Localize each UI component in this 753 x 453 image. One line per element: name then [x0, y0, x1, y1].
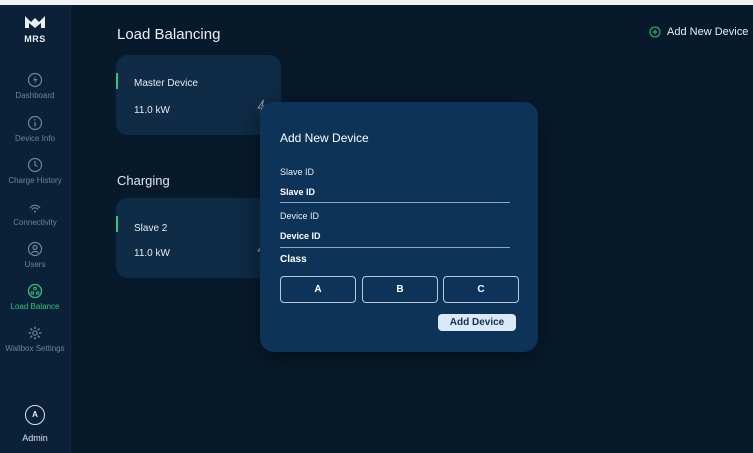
- device-power: 11.0 kW: [134, 248, 170, 259]
- user-name: Admin: [22, 433, 48, 443]
- sidebar-item-dashboard[interactable]: Dashboard: [0, 72, 70, 100]
- device-id-input[interactable]: Device ID: [280, 231, 321, 241]
- device-name: Master Device: [134, 78, 198, 89]
- sidebar-item-label: Device Info: [14, 134, 56, 143]
- add-device-modal: Add New Device Slave ID Slave ID Device …: [260, 102, 538, 352]
- slave-id-input[interactable]: Slave ID: [280, 187, 315, 197]
- slave-id-underline: [280, 202, 510, 203]
- avatar[interactable]: A: [25, 405, 45, 425]
- section-title-charging: Charging: [117, 173, 170, 188]
- sidebar-item-wallbox-settings[interactable]: Wallbox Settings: [0, 325, 70, 353]
- dashboard-icon: [27, 72, 43, 88]
- modal-title: Add New Device: [280, 131, 369, 145]
- sidebar: MRS Dashboard Device Info Charge History…: [0, 5, 71, 453]
- page-title: Load Balancing: [117, 26, 221, 43]
- user-icon: [27, 241, 43, 257]
- info-icon: [27, 115, 43, 131]
- device-name: Slave 2: [134, 223, 168, 234]
- class-a-button[interactable]: A: [280, 276, 356, 303]
- sidebar-item-label: Dashboard: [15, 91, 55, 100]
- logo: MRS: [22, 15, 48, 44]
- sidebar-item-users[interactable]: Users: [0, 241, 70, 269]
- device-id-label: Device ID: [280, 211, 320, 221]
- sidebar-item-label: Charge History: [8, 176, 62, 185]
- logo-mark-icon: [25, 16, 45, 28]
- slave-device-card[interactable]: Slave 2 11.0 kW: [116, 198, 281, 278]
- add-new-device-label: Add New Device: [667, 26, 749, 38]
- sidebar-item-label: Load Balance: [10, 302, 60, 311]
- class-c-button[interactable]: C: [443, 276, 519, 303]
- window-top-edge: [0, 0, 753, 5]
- class-label: Class: [280, 254, 307, 265]
- logo-text: MRS: [24, 34, 46, 44]
- gear-icon: [28, 326, 42, 340]
- sidebar-item-label: Users: [24, 260, 46, 269]
- device-id-underline: [280, 247, 510, 248]
- sidebar-item-device-info[interactable]: Device Info: [0, 115, 70, 143]
- user-profile[interactable]: A Admin: [0, 405, 70, 443]
- sidebar-item-label: Connectivity: [13, 218, 57, 227]
- sidebar-item-load-balance[interactable]: Load Balance: [0, 283, 70, 311]
- device-power: 11.0 kW: [134, 105, 170, 116]
- active-indicator: [116, 216, 118, 232]
- sidebar-item-charge-history[interactable]: Charge History: [0, 157, 70, 185]
- load-balance-icon: [27, 283, 43, 299]
- add-new-device-button[interactable]: Add New Device: [649, 26, 748, 38]
- clock-icon: [27, 157, 43, 173]
- sidebar-item-connectivity[interactable]: Connectivity: [0, 199, 70, 227]
- plus-circle-icon: [649, 26, 661, 38]
- class-b-button[interactable]: B: [362, 276, 438, 303]
- sidebar-item-label: Wallbox Settings: [5, 344, 65, 353]
- active-indicator: [116, 73, 118, 89]
- slave-id-label: Slave ID: [280, 167, 315, 177]
- add-device-submit-button[interactable]: Add Device: [438, 314, 516, 331]
- wifi-icon: [29, 204, 41, 213]
- master-device-card[interactable]: Master Device 11.0 kW: [116, 55, 281, 135]
